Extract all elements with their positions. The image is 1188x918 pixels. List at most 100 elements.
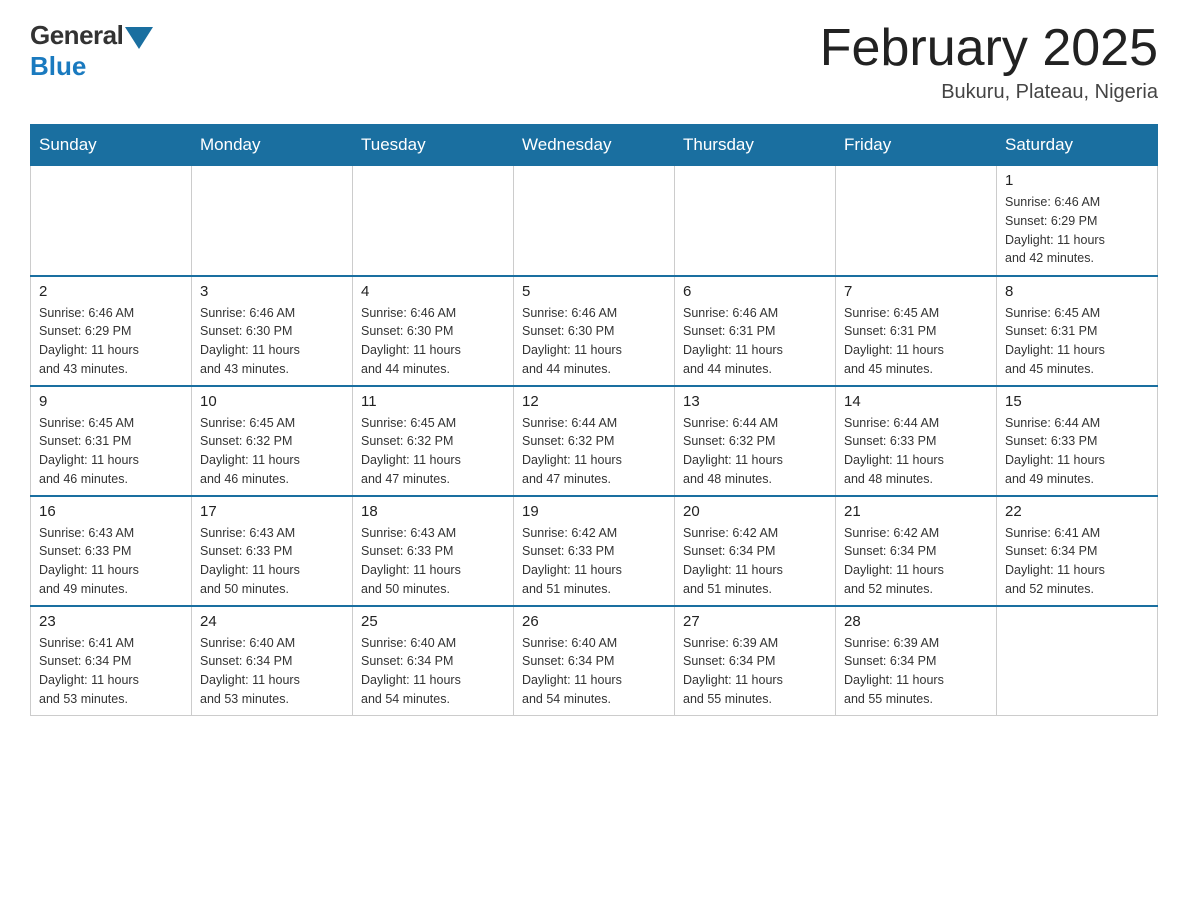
calendar-cell: 14 Sunrise: 6:44 AM Sunset: 6:33 PM Dayli… <box>836 386 997 496</box>
week-row-2: 2 Sunrise: 6:46 AM Sunset: 6:29 PM Daylig… <box>31 276 1158 386</box>
calendar-cell: 10Sunrise: 6:45 AM Sunset: 6:32 PM Dayli… <box>192 386 353 496</box>
day-number: 16 <box>39 503 183 520</box>
day-info: Sunrise: 6:42 AM Sunset: 6:33 PM Dayligh… <box>522 524 666 599</box>
calendar-cell: 12 Sunrise: 6:44 AM Sunset: 6:32 PM Dayli… <box>514 386 675 496</box>
title-section: February 2025 Bukuru, Plateau, Nigeria <box>820 20 1158 104</box>
day-number: 8 <box>1005 283 1149 300</box>
weekday-header-sunday: Sunday <box>31 125 192 166</box>
logo-triangle-icon <box>125 27 153 49</box>
day-info: Sunrise: 6:41 AM Sunset: 6:34 PM Dayligh… <box>39 634 183 709</box>
calendar-cell: 19 Sunrise: 6:42 AM Sunset: 6:33 PM Dayli… <box>514 496 675 606</box>
calendar-cell: 17Sunrise: 6:43 AM Sunset: 6:33 PM Dayli… <box>192 496 353 606</box>
day-number: 17 <box>200 503 344 520</box>
weekday-header-monday: Monday <box>192 125 353 166</box>
day-number: 18 <box>361 503 505 520</box>
calendar-cell: 7 Sunrise: 6:45 AM Sunset: 6:31 PM Daylig… <box>836 276 997 386</box>
location-text: Bukuru, Plateau, Nigeria <box>820 81 1158 104</box>
day-number: 7 <box>844 283 988 300</box>
week-row-1: 1 Sunrise: 6:46 AM Sunset: 6:29 PM Daylig… <box>31 166 1158 276</box>
day-number: 9 <box>39 393 183 410</box>
day-info: Sunrise: 6:40 AM Sunset: 6:34 PM Dayligh… <box>361 634 505 709</box>
day-number: 25 <box>361 613 505 630</box>
day-number: 23 <box>39 613 183 630</box>
day-info: Sunrise: 6:43 AM Sunset: 6:33 PM Dayligh… <box>361 524 505 599</box>
day-info: Sunrise: 6:45 AM Sunset: 6:32 PM Dayligh… <box>361 414 505 489</box>
calendar-cell: 11 Sunrise: 6:45 AM Sunset: 6:32 PM Dayli… <box>353 386 514 496</box>
week-row-5: 23 Sunrise: 6:41 AM Sunset: 6:34 PM Dayli… <box>31 606 1158 716</box>
day-number: 22 <box>1005 503 1149 520</box>
calendar-cell <box>192 166 353 276</box>
day-info: Sunrise: 6:46 AM Sunset: 6:30 PM Dayligh… <box>361 304 505 379</box>
calendar-cell: 3 Sunrise: 6:46 AM Sunset: 6:30 PM Daylig… <box>192 276 353 386</box>
day-number: 24 <box>200 613 344 630</box>
day-number: 26 <box>522 613 666 630</box>
calendar-cell: 25 Sunrise: 6:40 AM Sunset: 6:34 PM Dayli… <box>353 606 514 716</box>
day-info: Sunrise: 6:43 AM Sunset: 6:33 PM Dayligh… <box>39 524 183 599</box>
header: General Blue February 2025 Bukuru, Plate… <box>30 20 1158 104</box>
calendar-cell: 26 Sunrise: 6:40 AM Sunset: 6:34 PM Dayli… <box>514 606 675 716</box>
calendar-cell <box>353 166 514 276</box>
day-number: 28 <box>844 613 988 630</box>
calendar-cell: 22 Sunrise: 6:41 AM Sunset: 6:34 PM Dayli… <box>997 496 1158 606</box>
logo-blue-text: Blue <box>30 51 86 82</box>
day-info: Sunrise: 6:44 AM Sunset: 6:32 PM Dayligh… <box>522 414 666 489</box>
day-number: 3 <box>200 283 344 300</box>
weekday-header-friday: Friday <box>836 125 997 166</box>
week-row-4: 16 Sunrise: 6:43 AM Sunset: 6:33 PM Dayli… <box>31 496 1158 606</box>
day-info: Sunrise: 6:44 AM Sunset: 6:33 PM Dayligh… <box>1005 414 1149 489</box>
day-number: 11 <box>361 393 505 410</box>
calendar-cell: 28 Sunrise: 6:39 AM Sunset: 6:34 PM Dayli… <box>836 606 997 716</box>
weekday-header-wednesday: Wednesday <box>514 125 675 166</box>
calendar-cell: 21Sunrise: 6:42 AM Sunset: 6:34 PM Dayli… <box>836 496 997 606</box>
day-info: Sunrise: 6:40 AM Sunset: 6:34 PM Dayligh… <box>522 634 666 709</box>
day-number: 2 <box>39 283 183 300</box>
day-number: 15 <box>1005 393 1149 410</box>
calendar-cell <box>514 166 675 276</box>
day-info: Sunrise: 6:45 AM Sunset: 6:32 PM Dayligh… <box>200 414 344 489</box>
calendar-cell <box>675 166 836 276</box>
day-number: 1 <box>1005 172 1149 189</box>
day-number: 6 <box>683 283 827 300</box>
weekday-header-tuesday: Tuesday <box>353 125 514 166</box>
day-info: Sunrise: 6:39 AM Sunset: 6:34 PM Dayligh… <box>683 634 827 709</box>
day-number: 27 <box>683 613 827 630</box>
calendar-cell: 8 Sunrise: 6:45 AM Sunset: 6:31 PM Daylig… <box>997 276 1158 386</box>
day-info: Sunrise: 6:46 AM Sunset: 6:29 PM Dayligh… <box>1005 193 1149 268</box>
day-info: Sunrise: 6:39 AM Sunset: 6:34 PM Dayligh… <box>844 634 988 709</box>
day-number: 14 <box>844 393 988 410</box>
calendar-cell <box>997 606 1158 716</box>
day-number: 5 <box>522 283 666 300</box>
logo: General Blue <box>30 20 153 82</box>
calendar-table: SundayMondayTuesdayWednesdayThursdayFrid… <box>30 124 1158 716</box>
calendar-cell: 1 Sunrise: 6:46 AM Sunset: 6:29 PM Daylig… <box>997 166 1158 276</box>
calendar-cell: 4 Sunrise: 6:46 AM Sunset: 6:30 PM Daylig… <box>353 276 514 386</box>
day-info: Sunrise: 6:45 AM Sunset: 6:31 PM Dayligh… <box>39 414 183 489</box>
day-info: Sunrise: 6:45 AM Sunset: 6:31 PM Dayligh… <box>1005 304 1149 379</box>
calendar-cell: 15 Sunrise: 6:44 AM Sunset: 6:33 PM Dayli… <box>997 386 1158 496</box>
month-title: February 2025 <box>820 20 1158 77</box>
weekday-header-thursday: Thursday <box>675 125 836 166</box>
day-info: Sunrise: 6:46 AM Sunset: 6:29 PM Dayligh… <box>39 304 183 379</box>
day-number: 4 <box>361 283 505 300</box>
day-info: Sunrise: 6:42 AM Sunset: 6:34 PM Dayligh… <box>683 524 827 599</box>
calendar-cell: 2 Sunrise: 6:46 AM Sunset: 6:29 PM Daylig… <box>31 276 192 386</box>
calendar-cell: 20 Sunrise: 6:42 AM Sunset: 6:34 PM Dayli… <box>675 496 836 606</box>
day-number: 21 <box>844 503 988 520</box>
weekday-header-row: SundayMondayTuesdayWednesdayThursdayFrid… <box>31 125 1158 166</box>
day-info: Sunrise: 6:44 AM Sunset: 6:33 PM Dayligh… <box>844 414 988 489</box>
calendar-cell: 16 Sunrise: 6:43 AM Sunset: 6:33 PM Dayli… <box>31 496 192 606</box>
day-number: 12 <box>522 393 666 410</box>
day-number: 20 <box>683 503 827 520</box>
calendar-cell: 23 Sunrise: 6:41 AM Sunset: 6:34 PM Dayli… <box>31 606 192 716</box>
day-info: Sunrise: 6:46 AM Sunset: 6:30 PM Dayligh… <box>200 304 344 379</box>
day-info: Sunrise: 6:46 AM Sunset: 6:31 PM Dayligh… <box>683 304 827 379</box>
calendar-cell <box>31 166 192 276</box>
calendar-cell: 18 Sunrise: 6:43 AM Sunset: 6:33 PM Dayli… <box>353 496 514 606</box>
calendar-cell <box>836 166 997 276</box>
day-number: 19 <box>522 503 666 520</box>
day-info: Sunrise: 6:45 AM Sunset: 6:31 PM Dayligh… <box>844 304 988 379</box>
day-info: Sunrise: 6:41 AM Sunset: 6:34 PM Dayligh… <box>1005 524 1149 599</box>
day-number: 13 <box>683 393 827 410</box>
calendar-cell: 6 Sunrise: 6:46 AM Sunset: 6:31 PM Daylig… <box>675 276 836 386</box>
calendar-cell: 27 Sunrise: 6:39 AM Sunset: 6:34 PM Dayli… <box>675 606 836 716</box>
